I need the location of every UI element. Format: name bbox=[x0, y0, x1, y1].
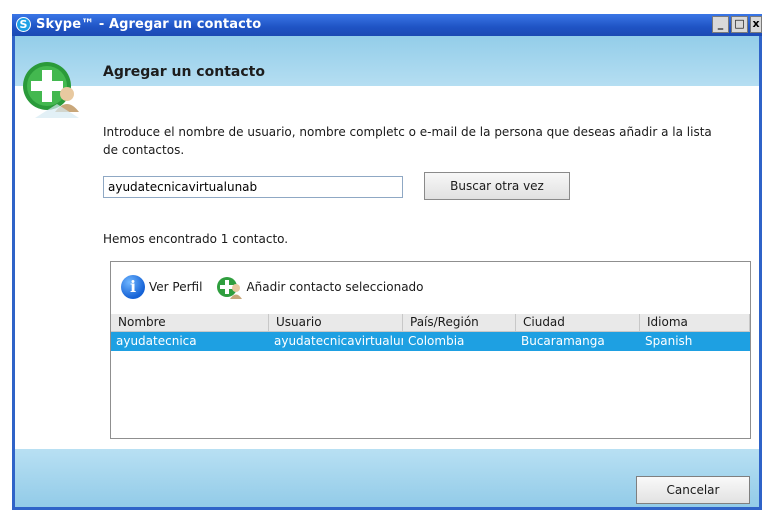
column-header-name[interactable]: Nombre bbox=[111, 314, 269, 331]
column-header-city[interactable]: Ciudad bbox=[516, 314, 640, 331]
window-controls: _ □ x bbox=[712, 16, 762, 33]
maximize-button[interactable]: □ bbox=[731, 16, 748, 33]
add-contact-window: S Skype™ - Agregar un contacto _ □ x Agr… bbox=[12, 14, 762, 510]
close-button[interactable]: x bbox=[750, 16, 762, 33]
add-contact-large-icon bbox=[23, 62, 79, 118]
cancel-button[interactable]: Cancelar bbox=[636, 476, 750, 504]
column-header-country[interactable]: País/Región bbox=[403, 314, 516, 331]
table-row[interactable]: ayudatecnica ayudatecnicavirtualun Colom… bbox=[111, 332, 750, 351]
search-input[interactable] bbox=[103, 176, 403, 198]
cell-username: ayudatecnicavirtualun bbox=[274, 334, 403, 348]
results-count-text: Hemos encontrado 1 contacto. bbox=[103, 232, 289, 246]
minimize-button[interactable]: _ bbox=[712, 16, 729, 33]
search-again-button[interactable]: Buscar otra vez bbox=[424, 172, 570, 200]
add-selected-contact-label: Añadir contacto seleccionado bbox=[246, 280, 424, 294]
page-title: Agregar un contacto bbox=[103, 64, 265, 80]
column-header-language[interactable]: Idioma bbox=[640, 314, 750, 331]
cell-country: Colombia bbox=[408, 334, 465, 348]
results-list: i Ver Perfil Añadir contacto seleccionad… bbox=[110, 261, 751, 439]
window-title: Skype™ - Agregar un contacto bbox=[36, 17, 262, 32]
add-selected-contact-button[interactable]: Añadir contacto seleccionado bbox=[216, 274, 424, 300]
dialog-body: Agregar un contacto Introduce el nombre … bbox=[15, 36, 759, 507]
title-bar[interactable]: S Skype™ - Agregar un contacto _ □ x bbox=[12, 14, 762, 36]
cell-city: Bucaramanga bbox=[521, 334, 605, 348]
column-header-username[interactable]: Usuario bbox=[269, 314, 403, 331]
info-icon: i bbox=[121, 275, 145, 299]
cell-language: Spanish bbox=[645, 334, 693, 348]
view-profile-label: Ver Perfil bbox=[149, 280, 203, 294]
add-contact-icon bbox=[217, 277, 243, 299]
results-toolbar: i Ver Perfil Añadir contacto seleccionad… bbox=[121, 274, 424, 300]
instructions-text: Introduce el nombre de usuario, nombre c… bbox=[103, 125, 712, 157]
results-table: Nombre Usuario País/Región Ciudad Idioma… bbox=[111, 314, 750, 351]
table-header: Nombre Usuario País/Región Ciudad Idioma bbox=[111, 314, 750, 332]
view-profile-button[interactable]: i Ver Perfil bbox=[121, 275, 202, 299]
skype-logo-icon: S bbox=[16, 17, 31, 32]
cell-name: ayudatecnica bbox=[116, 334, 197, 348]
